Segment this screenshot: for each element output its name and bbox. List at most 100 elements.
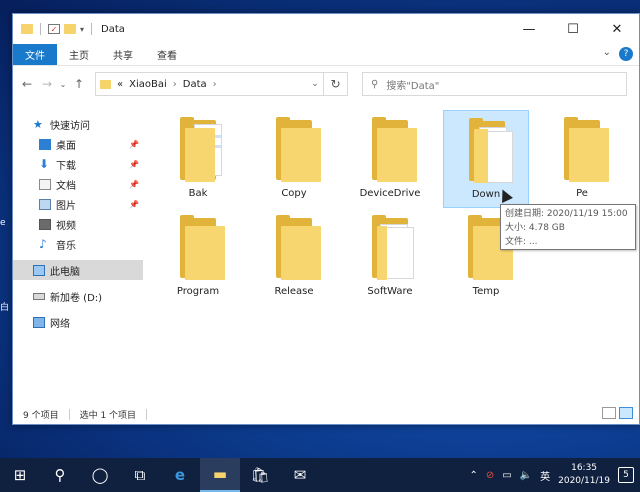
volume-icon[interactable]: 🔈 bbox=[520, 470, 532, 481]
folder-item-devicedrive[interactable]: DeviceDrive bbox=[347, 110, 433, 208]
edge-browser-icon[interactable]: e bbox=[160, 458, 200, 492]
folder-icon bbox=[564, 117, 610, 184]
nav-quick-access[interactable]: ★ 快速访问 bbox=[13, 114, 143, 134]
expand-ribbon-icon[interactable]: ⌄ bbox=[603, 47, 611, 61]
nav-label: 新加卷 (D:) bbox=[50, 292, 103, 304]
search-icon[interactable]: ⚲ bbox=[40, 458, 80, 492]
folder-grid: Bak Copy DeviceDrive Down Pe Program Rel… bbox=[143, 102, 639, 404]
divider bbox=[68, 408, 70, 420]
close-button[interactable]: ✕ bbox=[595, 14, 639, 44]
nav-network[interactable]: 网络 bbox=[13, 312, 143, 332]
tooltip-created-date: 创建日期: 2020/11/19 15:00 bbox=[505, 209, 628, 219]
recent-locations-chevron-icon[interactable]: ⌄ bbox=[57, 80, 69, 89]
refresh-button[interactable]: ↻ bbox=[324, 72, 348, 96]
folder-label: Release bbox=[274, 286, 314, 297]
ribbon-right-controls: ⌄ ? bbox=[603, 47, 633, 61]
nav-label: 快速访问 bbox=[50, 120, 90, 132]
picture-icon bbox=[39, 198, 51, 210]
tab-file[interactable]: 文件 bbox=[13, 44, 57, 65]
nav-item-desktop[interactable]: 桌面 📌 bbox=[13, 134, 143, 154]
folder-item-bak[interactable]: Bak bbox=[155, 110, 241, 208]
view-switcher bbox=[602, 407, 633, 419]
network-icon bbox=[33, 316, 45, 328]
status-bar: 9 个项目 选中 1 个项目 bbox=[13, 404, 639, 424]
clock[interactable]: 16:35 2020/11/19 bbox=[558, 462, 610, 488]
file-explorer-taskbar-icon[interactable]: ▬ bbox=[200, 458, 240, 492]
folder-item-pe[interactable]: Pe bbox=[539, 110, 625, 208]
folder-item-copy[interactable]: Copy bbox=[251, 110, 337, 208]
nav-label: 文档 bbox=[56, 180, 76, 192]
chevron-right-icon[interactable]: › bbox=[213, 79, 217, 90]
address-dropdown-icon[interactable]: ⌄ bbox=[307, 79, 323, 89]
nav-item-documents[interactable]: 文档 📌 bbox=[13, 174, 143, 194]
search-box[interactable]: ⚲ 搜索"Data" bbox=[362, 72, 627, 96]
properties-icon[interactable]: ✓ bbox=[48, 24, 60, 34]
pin-icon: 📌 bbox=[129, 159, 139, 169]
folder-item-program[interactable]: Program bbox=[155, 208, 241, 306]
folder-item-software[interactable]: SoftWare bbox=[347, 208, 433, 306]
back-arrow-icon[interactable]: ← bbox=[17, 77, 37, 91]
tab-share[interactable]: 共享 bbox=[101, 44, 145, 65]
tab-view[interactable]: 查看 bbox=[145, 44, 189, 65]
document-icon bbox=[39, 178, 51, 190]
forward-arrow-icon[interactable]: → bbox=[37, 77, 57, 91]
up-arrow-icon[interactable]: ↑ bbox=[69, 77, 89, 91]
security-shield-icon[interactable]: ⊘ bbox=[486, 470, 494, 481]
folder-label: Copy bbox=[281, 188, 307, 199]
input-method-indicator[interactable]: 英 bbox=[540, 468, 550, 483]
navigation-row: ← → ⌄ ↑ « XiaoBai › Data › ⌄ ↻ ⚲ 搜索"Data… bbox=[13, 66, 639, 102]
maximize-button[interactable]: ☐ bbox=[551, 14, 595, 44]
customize-toolbar-icon[interactable]: ▾ bbox=[80, 25, 84, 34]
notification-center-badge[interactable]: 5 bbox=[618, 467, 634, 483]
drive-icon bbox=[33, 292, 45, 300]
search-icon: ⚲ bbox=[371, 78, 379, 90]
folder-label: Pe bbox=[576, 188, 588, 199]
nav-label: 桌面 bbox=[56, 140, 76, 152]
folder-label: Program bbox=[176, 286, 220, 297]
folder-with-documents-icon bbox=[469, 118, 515, 185]
nav-item-videos[interactable]: 视频 bbox=[13, 214, 143, 234]
help-icon[interactable]: ? bbox=[619, 47, 633, 61]
task-view-icon[interactable]: ⧉ bbox=[120, 458, 160, 492]
breadcrumb-overflow[interactable]: « bbox=[117, 79, 123, 90]
divider bbox=[91, 23, 93, 35]
breadcrumb-item[interactable]: XiaoBai bbox=[129, 79, 167, 90]
clock-date: 2020/11/19 bbox=[558, 476, 610, 486]
chevron-right-icon[interactable]: › bbox=[173, 79, 177, 90]
music-note-icon: ♪ bbox=[39, 236, 47, 251]
explorer-body: ★ 快速访问 桌面 📌 ⬇ 下载 📌 文档 📌 图片 📌 视频 ♪ 音乐 此电脑… bbox=[13, 102, 639, 404]
nav-this-pc[interactable]: 此电脑 bbox=[13, 260, 143, 280]
tab-home[interactable]: 主页 bbox=[57, 44, 101, 65]
video-icon bbox=[39, 218, 51, 230]
network-status-icon[interactable]: ▭ bbox=[502, 470, 511, 481]
taskbar: ⊞ ⚲ ◯ ⧉ e ▬ 🛍 ✉ ⌃ ⊘ ▭ 🔈 英 16:35 2020/11/… bbox=[0, 458, 640, 492]
folder-item-down[interactable]: Down bbox=[443, 110, 529, 208]
minimize-button[interactable]: — bbox=[507, 14, 551, 44]
mail-icon[interactable]: ✉ bbox=[280, 458, 320, 492]
desktop-edge: e bbox=[0, 218, 6, 228]
pin-icon: 📌 bbox=[129, 139, 139, 149]
details-view-icon[interactable] bbox=[602, 407, 616, 419]
large-icons-view-icon[interactable] bbox=[619, 407, 633, 419]
breadcrumb-item[interactable]: Data bbox=[183, 79, 207, 90]
folder-item-release[interactable]: Release bbox=[251, 208, 337, 306]
cortana-icon[interactable]: ◯ bbox=[80, 458, 120, 492]
new-folder-icon[interactable] bbox=[64, 24, 76, 34]
system-tray: ⌃ ⊘ ▭ 🔈 英 16:35 2020/11/19 5 bbox=[469, 458, 640, 492]
divider bbox=[146, 408, 148, 420]
item-count: 9 个项目 bbox=[23, 410, 59, 421]
nav-item-music[interactable]: ♪ 音乐 bbox=[13, 234, 143, 254]
start-button[interactable]: ⊞ bbox=[0, 458, 40, 492]
store-icon[interactable]: 🛍 bbox=[240, 458, 280, 492]
nav-item-pictures[interactable]: 图片 📌 bbox=[13, 194, 143, 214]
address-bar[interactable]: « XiaoBai › Data › ⌄ bbox=[95, 72, 324, 96]
selected-count: 选中 1 个项目 bbox=[79, 410, 137, 421]
nav-drive-d[interactable]: 新加卷 (D:) bbox=[13, 286, 143, 306]
show-hidden-icons-chevron-icon[interactable]: ⌃ bbox=[469, 470, 477, 481]
folder-label: Bak bbox=[188, 188, 208, 199]
nav-label: 音乐 bbox=[56, 240, 76, 252]
nav-label: 下载 bbox=[56, 160, 76, 172]
tooltip-size: 大小: 4.78 GB bbox=[505, 223, 565, 233]
folder-with-documents-icon bbox=[180, 117, 226, 184]
nav-item-downloads[interactable]: ⬇ 下载 📌 bbox=[13, 154, 143, 174]
